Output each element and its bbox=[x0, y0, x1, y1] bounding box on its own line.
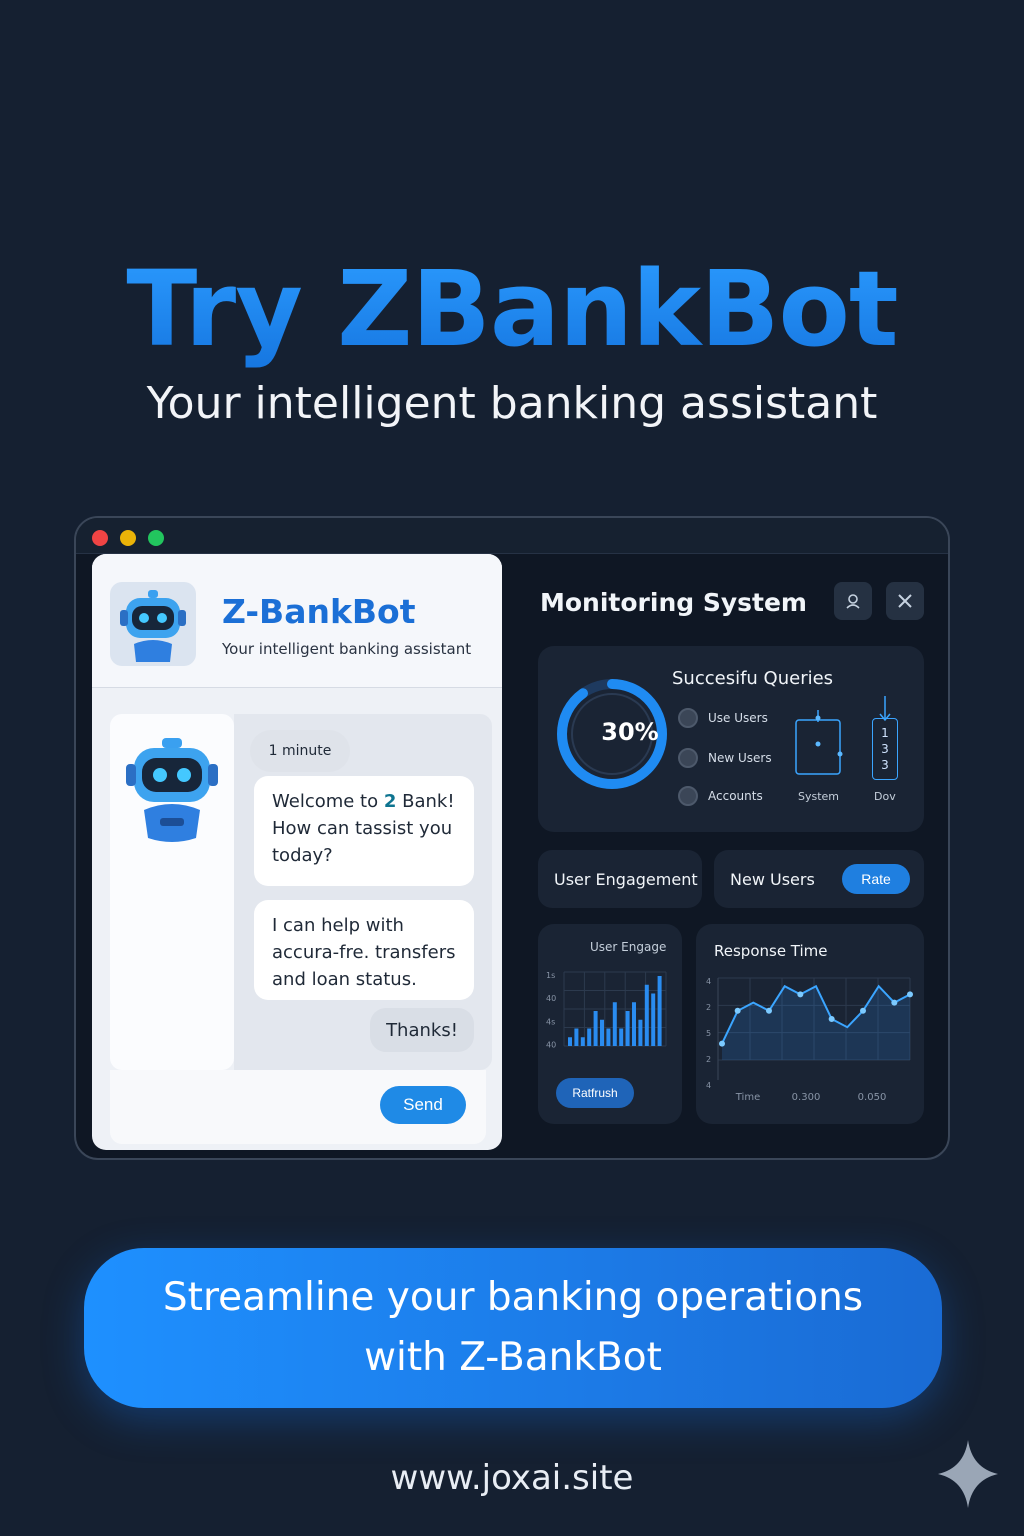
legend-accounts: Accounts bbox=[678, 786, 763, 806]
bar bbox=[606, 1028, 611, 1046]
bar bbox=[632, 1002, 636, 1046]
y-tick-label: 2 bbox=[706, 1055, 711, 1064]
chat-title: Z-BankBot bbox=[222, 592, 416, 631]
message-highlight: 2 bbox=[383, 791, 397, 812]
y-tick-label: 4 bbox=[706, 977, 711, 986]
bot-message-help: I can help with accura-fre. transfers an… bbox=[254, 900, 474, 1000]
footer-url[interactable]: www.joxai.site bbox=[0, 1458, 1024, 1498]
data-point bbox=[797, 991, 804, 998]
queries-title: Succesifu Queries bbox=[672, 668, 834, 689]
time-chip: 1 minute bbox=[250, 730, 350, 772]
bar bbox=[638, 1019, 643, 1046]
window-title-bar bbox=[76, 518, 948, 554]
ring-value: 30% bbox=[601, 718, 659, 746]
bar bbox=[587, 1028, 592, 1046]
rate-button[interactable]: Rate bbox=[842, 864, 910, 894]
data-point bbox=[891, 999, 898, 1006]
y-tick-label: 2 bbox=[706, 1003, 711, 1012]
bar bbox=[625, 1011, 630, 1046]
new-users-tab[interactable]: New Users Rate bbox=[714, 850, 924, 908]
minimize-window-dot[interactable] bbox=[120, 530, 136, 546]
y-tick-label: 40 bbox=[546, 994, 556, 1003]
chat-subtitle: Your intelligent banking assistant bbox=[222, 640, 472, 658]
user-message-thanks: Thanks! bbox=[370, 1008, 474, 1052]
count-box: 1 3 3 bbox=[872, 718, 898, 780]
legend-new-users: New Users bbox=[678, 748, 772, 768]
cta-text: Streamline your banking operations with … bbox=[162, 1275, 864, 1380]
y-tick-label: 4s bbox=[546, 1017, 555, 1026]
sparkle-icon bbox=[938, 1440, 998, 1508]
count-digit: 3 bbox=[881, 758, 889, 772]
message-text: Welcome to bbox=[272, 791, 384, 812]
app-window: Z-BankBot Your intelligent banking assis… bbox=[74, 516, 950, 1160]
bar bbox=[651, 993, 656, 1046]
close-window-dot[interactable] bbox=[92, 530, 108, 546]
data-point bbox=[860, 1007, 866, 1014]
count-digit: 1 bbox=[881, 726, 889, 740]
new-users-label: New Users bbox=[730, 869, 815, 889]
y-tick-label: 5 bbox=[706, 1029, 711, 1038]
engagement-chart-title: User Engage bbox=[590, 940, 667, 954]
y-tick-label: 4 bbox=[706, 1081, 711, 1090]
data-point bbox=[766, 1007, 772, 1014]
globe-icon bbox=[678, 708, 698, 728]
maximize-window-dot[interactable] bbox=[148, 530, 164, 546]
hero-title: Try ZBankBot bbox=[0, 248, 1024, 370]
bar bbox=[612, 1002, 617, 1046]
bot-column bbox=[110, 714, 234, 1070]
system-diagram bbox=[795, 710, 843, 775]
data-point bbox=[734, 1007, 741, 1014]
account-icon bbox=[678, 786, 698, 806]
response-time-title: Response Time bbox=[714, 942, 828, 960]
user-engagement-tab[interactable]: User Engagement bbox=[538, 850, 702, 908]
y-tick-label: 40 bbox=[546, 1040, 556, 1049]
close-icon[interactable] bbox=[886, 582, 924, 620]
bar bbox=[657, 976, 662, 1046]
monitoring-title: Monitoring System bbox=[540, 588, 807, 617]
engagement-bar-chart: 1s 40 4s 40 bbox=[546, 971, 667, 1049]
engagement-chart-card: User Engage 1s 40 4s 40 Ratfrush bbox=[538, 924, 682, 1124]
bar bbox=[644, 984, 649, 1046]
count-digit: 3 bbox=[881, 742, 889, 756]
user-circle-icon bbox=[678, 748, 698, 768]
hero-subtitle: Your intelligent banking assistant bbox=[146, 378, 878, 429]
y-tick-label: 1s bbox=[546, 971, 555, 980]
robot-large-icon bbox=[126, 738, 218, 842]
chat-header: Z-BankBot Your intelligent banking assis… bbox=[92, 554, 502, 688]
bar bbox=[593, 1011, 598, 1046]
data-point bbox=[828, 1016, 835, 1022]
legend-label: Accounts bbox=[708, 789, 763, 803]
bot-avatar bbox=[110, 582, 196, 666]
bar bbox=[619, 1028, 624, 1046]
bar bbox=[568, 1037, 572, 1046]
response-time-card: Response Time 4 2 5 2 4 Time 0.300 0.050 bbox=[696, 924, 924, 1124]
cta-banner[interactable]: Streamline your banking operations with … bbox=[84, 1248, 942, 1408]
x-tick-label: 0.050 bbox=[858, 1092, 887, 1103]
legend-use-users: Use Users bbox=[678, 708, 768, 728]
data-point bbox=[907, 991, 913, 998]
send-button[interactable]: Send bbox=[380, 1086, 466, 1124]
legend-label: New Users bbox=[708, 751, 772, 765]
bot-message-welcome: Welcome to 2 Bank! How can tassist you t… bbox=[254, 776, 474, 886]
data-point bbox=[719, 1040, 725, 1047]
dov-label: Dov bbox=[874, 790, 896, 803]
x-tick-label: 0.300 bbox=[792, 1092, 821, 1103]
response-line-chart: 4 2 5 2 4 Time 0.300 0.050 bbox=[706, 977, 913, 1103]
refresh-button[interactable]: Ratfrush bbox=[556, 1078, 634, 1108]
chat-panel: Z-BankBot Your intelligent banking assis… bbox=[92, 554, 502, 1150]
bar bbox=[580, 1037, 585, 1046]
bar bbox=[574, 1028, 579, 1046]
successful-queries-card: 30% Succesifu Queries Use Users New User… bbox=[538, 646, 924, 832]
robot-icon bbox=[120, 590, 186, 662]
user-icon[interactable] bbox=[834, 582, 872, 620]
bar bbox=[600, 1019, 604, 1046]
legend-label: Use Users bbox=[708, 711, 768, 725]
x-tick-label: Time bbox=[735, 1092, 760, 1103]
system-label: System bbox=[798, 790, 840, 803]
